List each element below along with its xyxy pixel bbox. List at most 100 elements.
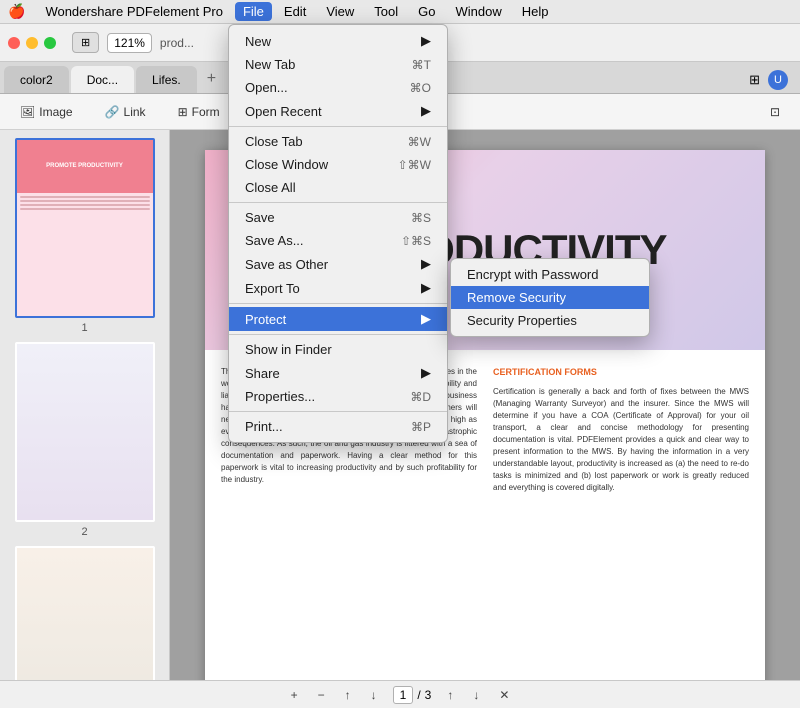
submenu-security-properties[interactable]: Security Properties <box>451 309 649 332</box>
menubar-tool[interactable]: Tool <box>366 2 406 21</box>
page-thumbnail-1[interactable]: PROMOTE PRODUCTIVITY <box>15 138 155 318</box>
sidebar-toggle-button[interactable]: ⊞ <box>72 32 99 53</box>
doc-col2-header: CERTIFICATION FORMS <box>493 366 749 380</box>
menu-item-save-as[interactable]: Save As... ⇧⌘S <box>229 229 447 252</box>
menu-close-tab-shortcut: ⌘W <box>408 135 431 149</box>
zoom-level: 121% <box>107 33 152 53</box>
menubar-file[interactable]: File <box>235 2 272 21</box>
menu-print-label: Print... <box>245 419 283 434</box>
submenu-encrypt-label: Encrypt with Password <box>467 267 599 282</box>
thumb-inner-2 <box>17 344 153 520</box>
statusbar-download-button[interactable]: ↓ <box>367 686 381 704</box>
page-thumb-1[interactable]: PROMOTE PRODUCTIVITY 1 <box>8 138 161 334</box>
link-tool-label: Link <box>124 105 146 119</box>
menu-item-new-tab[interactable]: New Tab ⌘T <box>229 53 447 76</box>
add-tab-button[interactable]: + <box>199 66 224 93</box>
menu-save-as-shortcut: ⇧⌘S <box>401 234 431 248</box>
link-icon: 🔗 <box>105 105 120 119</box>
menubar-view[interactable]: View <box>318 2 362 21</box>
statusbar-close-button[interactable]: ✕ <box>495 686 513 704</box>
form-icon: ⊞ <box>178 105 188 119</box>
menu-close-all-label: Close All <box>245 180 296 195</box>
grid-view-icon[interactable]: ⊞ <box>749 72 760 88</box>
menu-save-label: Save <box>245 210 275 225</box>
statusbar-minus-button[interactable]: − <box>314 686 329 704</box>
menu-close-window-shortcut: ⇧⌘W <box>398 158 431 172</box>
tab-lifes[interactable]: Lifes. <box>136 66 197 93</box>
menubar-go[interactable]: Go <box>410 2 443 21</box>
menu-properties-shortcut: ⌘D <box>410 390 431 404</box>
menu-item-protect[interactable]: Protect ▶ <box>229 307 447 331</box>
thumb-body-1 <box>17 193 153 316</box>
menu-item-export-to[interactable]: Export To ▶ <box>229 276 447 300</box>
page-thumbnail-3[interactable] <box>15 546 155 680</box>
sidebar-panel-toggle[interactable]: ⊡ <box>762 101 788 123</box>
page-up-button[interactable]: ↑ <box>443 686 457 704</box>
form-tool-button[interactable]: ⊞ Form <box>170 101 228 123</box>
submenu-remove-security[interactable]: Remove Security <box>451 286 649 309</box>
thumb-header-1: PROMOTE PRODUCTIVITY <box>17 140 153 193</box>
menu-item-share[interactable]: Share ▶ <box>229 361 447 385</box>
tab-doc[interactable]: Doc... <box>71 66 134 93</box>
user-avatar-icon[interactable]: U <box>768 70 788 90</box>
page-thumb-3[interactable]: 3 <box>8 546 161 680</box>
menubar-help[interactable]: Help <box>514 2 557 21</box>
maximize-window-button[interactable] <box>44 37 56 49</box>
menu-close-tab-label: Close Tab <box>245 134 303 149</box>
menu-separator-1 <box>229 126 447 127</box>
page-separator: / <box>417 688 420 702</box>
page-down-button[interactable]: ↓ <box>469 686 483 704</box>
menu-item-properties[interactable]: Properties... ⌘D <box>229 385 447 408</box>
menu-print-shortcut: ⌘P <box>411 420 431 434</box>
menu-export-to-arrow: ▶ <box>421 280 431 296</box>
menubar-window[interactable]: Window <box>447 2 509 21</box>
close-window-button[interactable] <box>8 37 20 49</box>
image-tool-label: Image <box>39 105 72 119</box>
menu-open-label: Open... <box>245 80 288 95</box>
thumb-line <box>20 208 150 210</box>
menu-item-print[interactable]: Print... ⌘P <box>229 415 447 438</box>
statusbar-upload-button[interactable]: ↑ <box>341 686 355 704</box>
menu-share-label: Share <box>245 366 280 381</box>
menu-protect-label: Protect <box>245 312 286 327</box>
minimize-window-button[interactable] <box>26 37 38 49</box>
menu-item-close-window[interactable]: Close Window ⇧⌘W <box>229 153 447 176</box>
menu-item-new[interactable]: New ▶ <box>229 29 447 53</box>
menu-new-tab-label: New Tab <box>245 57 295 72</box>
menu-item-open-recent[interactable]: Open Recent ▶ <box>229 99 447 123</box>
status-bar: + − ↑ ↓ 1 / 3 ↑ ↓ ✕ <box>0 680 800 708</box>
menu-save-other-label: Save as Other <box>245 257 328 272</box>
submenu-encrypt-password[interactable]: Encrypt with Password <box>451 263 649 286</box>
menubar-edit[interactable]: Edit <box>276 2 314 21</box>
menu-open-recent-label: Open Recent <box>245 104 322 119</box>
menu-save-shortcut: ⌘S <box>411 211 431 225</box>
tab-doc-label: Doc... <box>87 73 118 87</box>
page-thumb-2[interactable]: 2 <box>8 342 161 538</box>
current-page-input[interactable]: 1 <box>393 686 414 704</box>
menu-item-save[interactable]: Save ⌘S <box>229 206 447 229</box>
menu-separator-4 <box>229 334 447 335</box>
menu-protect-arrow: ▶ <box>421 311 431 327</box>
doc-col2-text: Certification is generally a back and fo… <box>493 386 749 494</box>
image-icon: 🖼 <box>20 105 35 119</box>
thumb-line <box>20 196 150 198</box>
menu-item-show-finder[interactable]: Show in Finder <box>229 338 447 361</box>
page-thumbnail-2[interactable] <box>15 342 155 522</box>
menu-item-open[interactable]: Open... ⌘O <box>229 76 447 99</box>
menubar-app-name[interactable]: Wondershare PDFelement Pro <box>37 2 231 21</box>
tab-color2[interactable]: color2 <box>4 66 69 93</box>
link-tool-button[interactable]: 🔗 Link <box>97 101 154 123</box>
menu-show-finder-label: Show in Finder <box>245 342 332 357</box>
menu-export-to-label: Export To <box>245 281 300 296</box>
page-number-2: 2 <box>81 526 87 538</box>
form-tool-label: Form <box>192 105 220 119</box>
menu-new-label: New <box>245 34 271 49</box>
apple-menu-icon[interactable]: 🍎 <box>8 3 25 20</box>
menu-item-close-tab[interactable]: Close Tab ⌘W <box>229 130 447 153</box>
window-controls <box>8 37 56 49</box>
menu-close-window-label: Close Window <box>245 157 328 172</box>
menu-item-save-other[interactable]: Save as Other ▶ <box>229 252 447 276</box>
statusbar-add-button[interactable]: + <box>287 686 302 704</box>
image-tool-button[interactable]: 🖼 Image <box>12 101 81 123</box>
menu-item-close-all[interactable]: Close All <box>229 176 447 199</box>
